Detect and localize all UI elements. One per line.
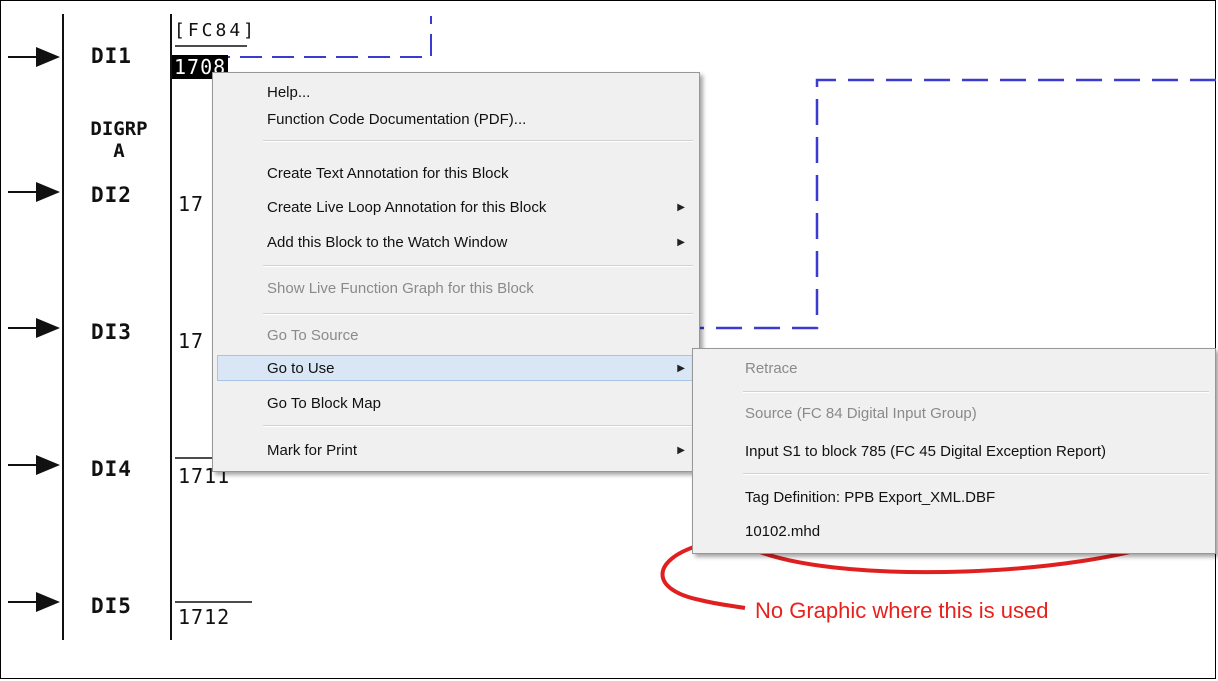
menu-item-create-text-annotation-label: Create Text Annotation for this Block	[267, 165, 509, 182]
group-label: DIGRP A	[72, 118, 166, 162]
submenu-item-tag-definition[interactable]: Tag Definition: PPB Export_XML.DBF	[693, 485, 1215, 511]
menu-item-mark-for-print-label: Mark for Print	[267, 442, 358, 459]
input-label-di4: DI4	[91, 457, 132, 481]
submenu-item-retrace-label: Retrace	[745, 360, 798, 377]
input-arrow-4	[8, 455, 60, 475]
submenu-item-mhd-file-label: 10102.mhd	[745, 523, 821, 540]
menu-separator	[263, 265, 693, 267]
menu-item-function-code-documentation[interactable]: Function Code Documentation (PDF)...	[213, 107, 699, 133]
submenu-item-input-s1-label: Input S1 to block 785 (FC 45 Digital Exc…	[745, 443, 1107, 460]
block-number-di2[interactable]: 17	[178, 192, 204, 216]
function-code-label: [FC84]	[174, 20, 258, 41]
submenu-item-input-s1[interactable]: Input S1 to block 785 (FC 45 Digital Exc…	[693, 439, 1215, 465]
input-label-di5: DI5	[91, 594, 132, 618]
menu-item-go-to-use[interactable]: Go to Use ▶	[217, 355, 695, 381]
annotation-note: No Graphic where this is used	[755, 598, 1049, 623]
menu-item-show-live-function-graph-label: Show Live Function Graph for this Block	[267, 280, 534, 297]
submenu-item-source[interactable]: Source (FC 84 Digital Input Group)	[693, 401, 1215, 427]
menu-item-mark-for-print[interactable]: Mark for Print ▶	[213, 438, 699, 464]
menu-separator	[743, 473, 1209, 475]
menu-item-function-code-documentation-label: Function Code Documentation (PDF)...	[267, 111, 527, 128]
submenu-item-tag-definition-label: Tag Definition: PPB Export_XML.DBF	[745, 489, 996, 506]
menu-separator	[263, 140, 693, 142]
red-pointer-stroke	[660, 543, 746, 610]
dashed-connector-right	[700, 78, 1216, 330]
menu-item-go-to-source-label: Go To Source	[267, 327, 359, 344]
menu-separator	[743, 391, 1209, 393]
menu-separator	[263, 425, 693, 427]
input-label-di2: DI2	[91, 183, 132, 207]
menu-item-create-text-annotation[interactable]: Create Text Annotation for this Block	[213, 161, 699, 187]
input-label-di1: DI1	[91, 44, 132, 68]
menu-item-go-to-use-label: Go to Use	[267, 360, 335, 377]
input-arrow-3	[8, 318, 60, 338]
block-number-1712[interactable]: 1712	[178, 605, 230, 629]
block-context-menu: Help... Function Code Documentation (PDF…	[212, 72, 700, 472]
menu-separator	[263, 313, 693, 315]
go-to-use-submenu: Retrace Source (FC 84 Digital Input Grou…	[692, 348, 1216, 554]
input-arrow-2	[8, 182, 60, 202]
menu-item-go-to-block-map-label: Go To Block Map	[267, 395, 381, 412]
menu-item-create-live-loop-annotation-label: Create Live Loop Annotation for this Blo…	[267, 199, 547, 216]
submenu-arrow-icon: ▶	[677, 363, 685, 374]
input-label-di3: DI3	[91, 320, 132, 344]
menu-item-help[interactable]: Help...	[213, 80, 699, 106]
menu-item-go-to-block-map[interactable]: Go To Block Map	[213, 391, 699, 417]
menu-item-help-label: Help...	[267, 84, 311, 101]
submenu-item-source-label: Source (FC 84 Digital Input Group)	[745, 405, 977, 422]
menu-item-show-live-function-graph[interactable]: Show Live Function Graph for this Block	[213, 276, 699, 302]
menu-item-go-to-source[interactable]: Go To Source	[213, 323, 699, 349]
group-label-line2: A	[113, 140, 125, 162]
submenu-arrow-icon: ▶	[677, 202, 685, 213]
group-label-line1: DIGRP	[90, 118, 148, 140]
block-number-di3[interactable]: 17	[178, 329, 204, 353]
submenu-arrow-icon: ▶	[677, 237, 685, 248]
submenu-item-mhd-file[interactable]: 10102.mhd	[693, 519, 1215, 545]
input-arrow-1	[8, 47, 60, 67]
menu-item-add-to-watch-window[interactable]: Add this Block to the Watch Window ▶	[213, 230, 699, 256]
menu-item-create-live-loop-annotation[interactable]: Create Live Loop Annotation for this Blo…	[213, 195, 699, 221]
submenu-arrow-icon: ▶	[677, 445, 685, 456]
menu-item-add-to-watch-window-label: Add this Block to the Watch Window	[267, 234, 508, 251]
input-arrow-5	[8, 592, 60, 612]
submenu-item-retrace[interactable]: Retrace	[693, 356, 1215, 382]
